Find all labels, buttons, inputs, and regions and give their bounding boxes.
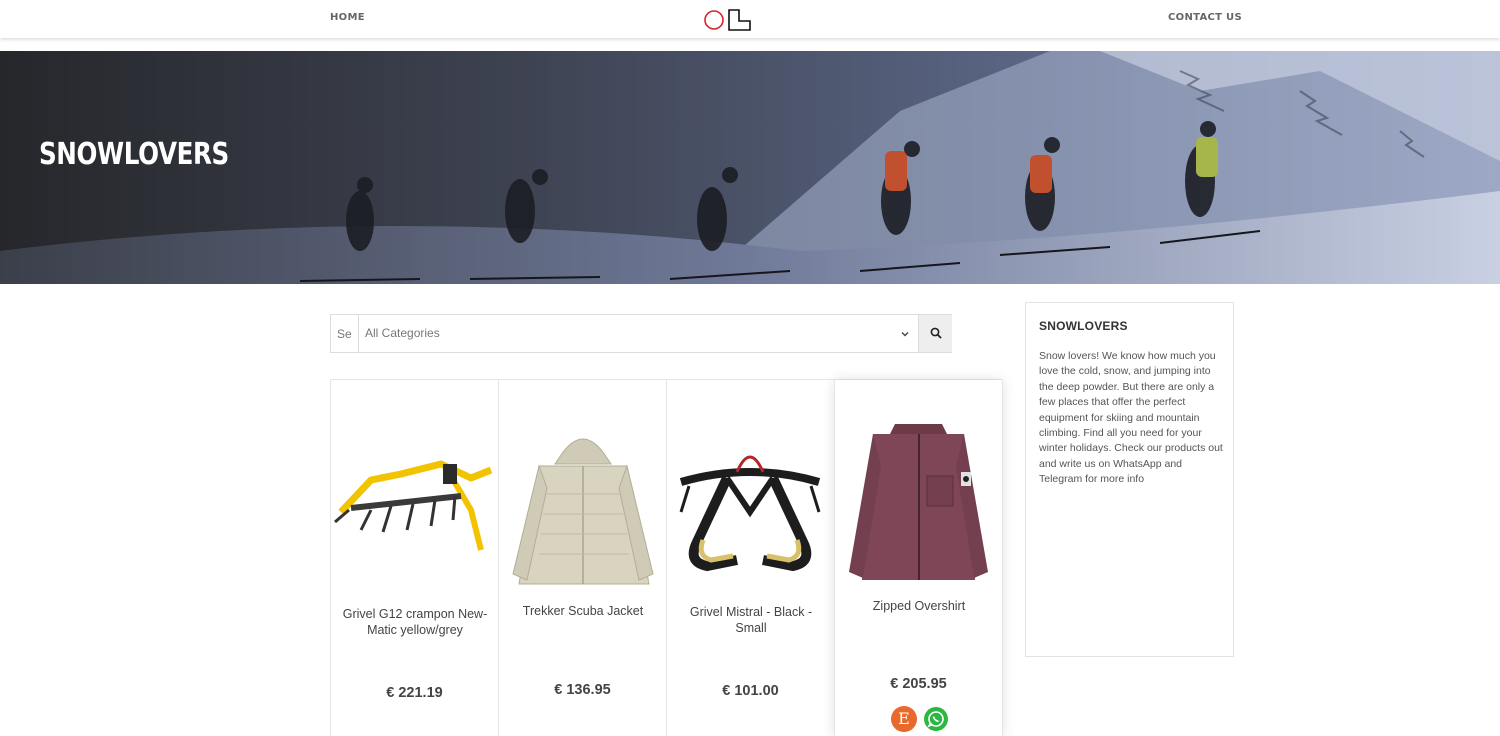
etsy-icon[interactable]: E (891, 706, 917, 732)
product-name[interactable]: Trekker Scuba Jacket (505, 603, 661, 619)
harness-icon[interactable] (667, 442, 834, 572)
overshirt-icon[interactable] (835, 416, 1002, 588)
nav-contact-link[interactable]: CONTACT US (1168, 12, 1242, 23)
sidebar-title: SNOWLOVERS (1039, 319, 1128, 333)
hero-banner: SNOWLOVERS (0, 51, 1500, 284)
product-card[interactable]: Zipped Overshirt € 205.95 E (834, 380, 1003, 736)
product-name[interactable]: Zipped Overshirt (841, 598, 997, 614)
product-price: € 205.95 (890, 676, 947, 692)
search-icon (930, 327, 942, 339)
category-description-widget: SNOWLOVERS Snow lovers! We know how much… (1025, 302, 1234, 657)
search-input[interactable] (331, 315, 359, 352)
product-name[interactable]: Grivel Mistral - Black - Small (673, 604, 829, 636)
product-contact-icons: E (891, 706, 951, 732)
ol-logo-icon[interactable] (704, 7, 754, 33)
sidebar-text: Snow lovers! We know how much you love t… (1039, 350, 1223, 486)
hero-title: SNOWLOVERS (39, 137, 229, 172)
top-navigation-bar: HOME CONTACT US (0, 0, 1500, 38)
product-grid: Grivel G12 crampon New-Matic yellow/grey… (330, 379, 1003, 736)
nav-home-link[interactable]: HOME (330, 12, 365, 23)
product-search-bar: All Categories (330, 314, 952, 353)
search-button[interactable] (918, 315, 952, 352)
product-price: € 101.00 (722, 683, 779, 699)
product-name[interactable]: Grivel G12 crampon New-Matic yellow/grey (337, 606, 493, 638)
product-price: € 136.95 (554, 682, 611, 698)
product-card[interactable]: Grivel G12 crampon New-Matic yellow/grey… (330, 380, 499, 736)
whatsapp-icon[interactable] (924, 707, 948, 731)
chevron-down-icon[interactable] (899, 328, 911, 340)
product-card[interactable]: Trekker Scuba Jacket € 136.95 (498, 380, 667, 736)
crampon-icon[interactable] (331, 450, 498, 560)
jacket-icon[interactable] (499, 424, 666, 592)
product-price: € 221.19 (386, 685, 443, 701)
product-card[interactable]: Grivel Mistral - Black - Small € 101.00 (666, 380, 835, 736)
category-select[interactable]: All Categories (365, 326, 440, 340)
